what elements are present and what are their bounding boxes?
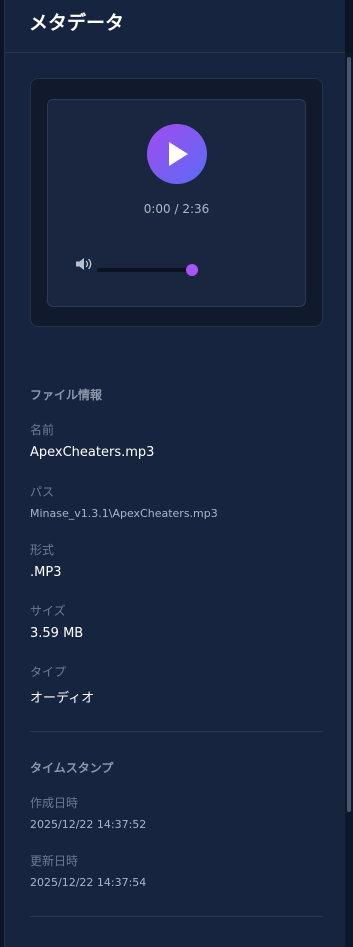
play-button[interactable]: [147, 124, 207, 184]
modified-value: 2025/12/22 14:37:54: [30, 876, 147, 889]
created-label: 作成日時: [30, 796, 79, 810]
audio-player: 0:00 / 2:36: [30, 78, 323, 327]
volume-slider-track[interactable]: [97, 268, 193, 272]
metadata-panel: メタデータ 0:00 / 2:36 ファイル情報 名前 ApexCheaters…: [4, 0, 345, 947]
name-value: ApexCheaters.mp3: [30, 445, 155, 460]
playback-time: 0:00 / 2:36: [143, 202, 210, 216]
panel-title: メタデータ: [29, 11, 125, 34]
path-value: Minase_v1.3.1\ApexCheaters.mp3: [30, 507, 218, 520]
play-icon: [169, 142, 188, 166]
type-label: タイプ: [30, 665, 67, 679]
format-label: 形式: [30, 543, 55, 557]
scrollbar[interactable]: [345, 53, 353, 947]
volume-slider-fill: [97, 268, 193, 272]
name-label: 名前: [30, 423, 55, 437]
type-value: オーディオ: [30, 691, 95, 706]
section-divider: [30, 916, 323, 917]
file-info-heading: ファイル情報: [30, 388, 103, 402]
audio-player-controls: 0:00 / 2:36: [47, 99, 306, 307]
size-value: 3.59 MB: [30, 626, 84, 641]
timestamps-heading: タイムスタンプ: [30, 761, 114, 775]
format-value: .MP3: [30, 565, 62, 580]
scrollbar-thumb[interactable]: [347, 57, 351, 812]
panel-header: メタデータ: [5, 0, 345, 53]
volume-icon[interactable]: [75, 256, 95, 272]
size-label: サイズ: [30, 604, 66, 618]
section-divider: [30, 731, 323, 732]
volume-slider-thumb[interactable]: [186, 264, 198, 276]
created-value: 2025/12/22 14:37:52: [30, 818, 147, 831]
path-label: パス: [30, 485, 55, 499]
modified-label: 更新日時: [30, 854, 79, 868]
